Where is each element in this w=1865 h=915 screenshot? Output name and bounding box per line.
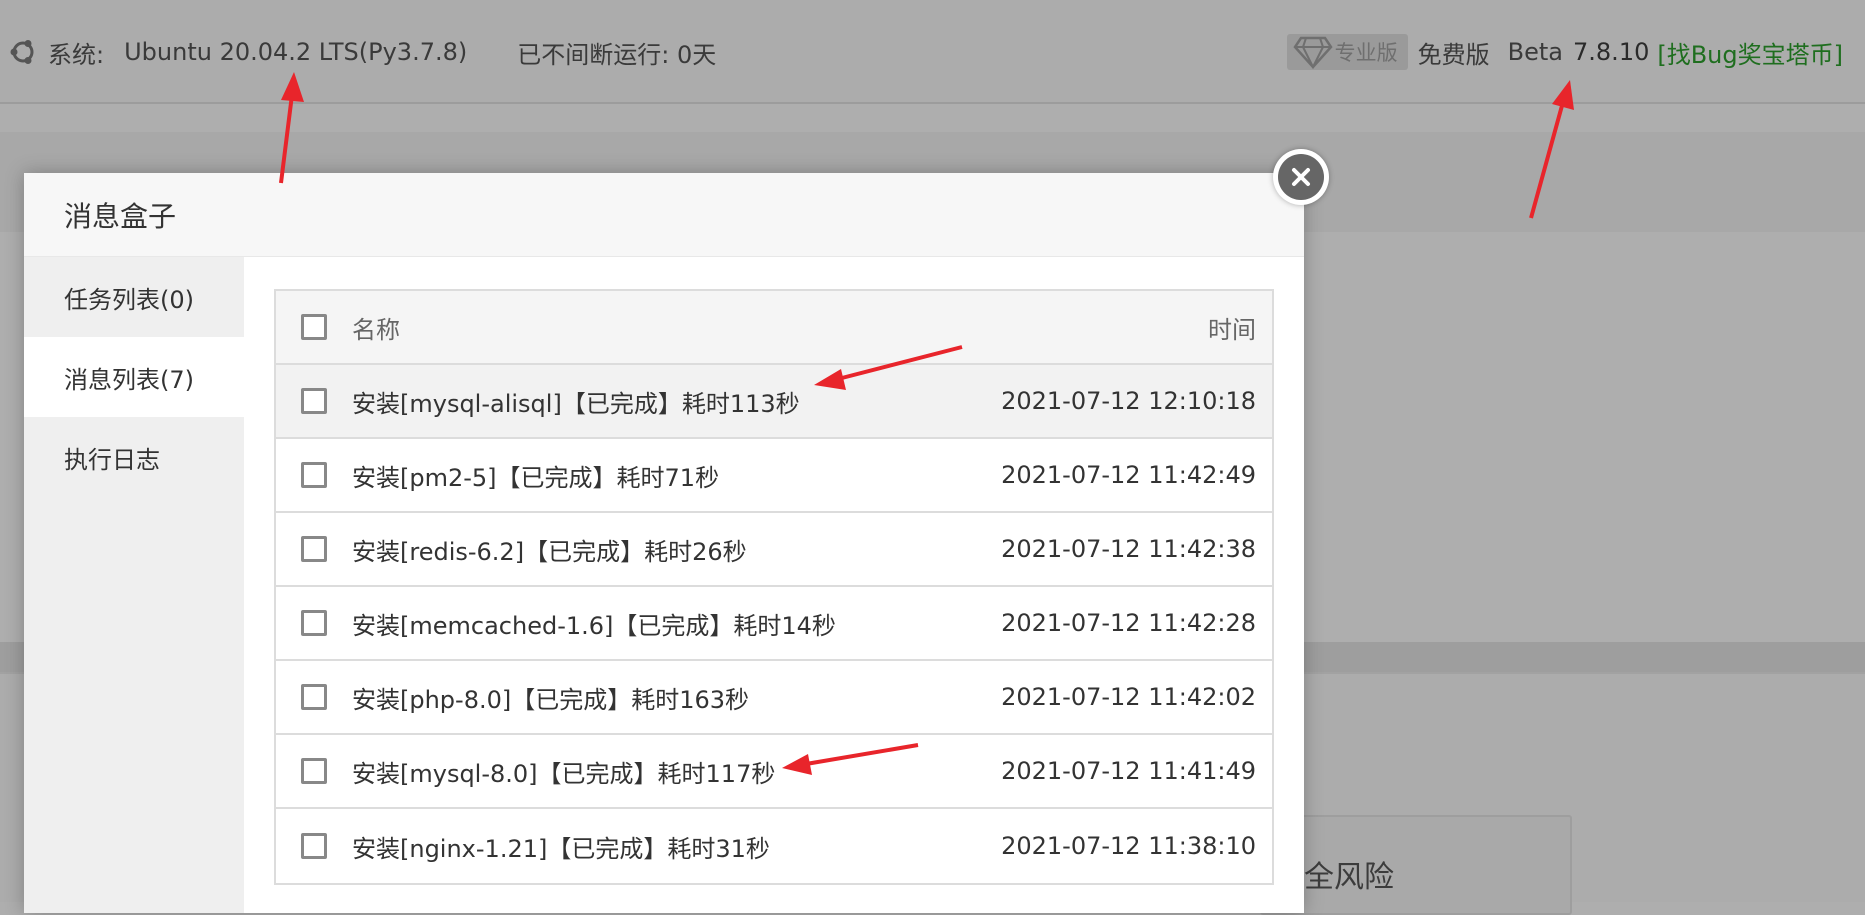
message-box-modal: 消息盒子 任务列表(0) 消息列表(7) 执行日志 名称 时间 安装[mysql… <box>24 173 1304 913</box>
modal-title: 消息盒子 <box>24 173 1304 257</box>
version-number: 7.8.10 <box>1573 38 1650 66</box>
system-os: Ubuntu 20.04.2 LTS(Py3.7.8) <box>124 38 468 66</box>
row-checkbox[interactable] <box>301 684 327 710</box>
close-button[interactable] <box>1273 149 1329 205</box>
system-info: 系统: Ubuntu 20.04.2 LTS(Py3.7.8) 已不间断运行: … <box>8 32 716 72</box>
row-name: 安装[memcached-1.6]【已完成】耗时14秒 <box>352 611 836 640</box>
message-table: 名称 时间 安装[mysql-alisql]【已完成】耗时113秒 2021-0… <box>274 289 1274 885</box>
ubuntu-icon <box>10 40 34 64</box>
row-time: 2021-07-12 11:41:49 <box>1001 757 1256 785</box>
table-row[interactable]: 安装[mysql-alisql]【已完成】耗时113秒 2021-07-12 1… <box>276 365 1272 439</box>
table-row[interactable]: 安装[redis-6.2]【已完成】耗时26秒 2021-07-12 11:42… <box>276 513 1272 587</box>
row-checkbox[interactable] <box>301 758 327 784</box>
header-name: 名称 <box>352 315 400 344</box>
row-time: 2021-07-12 11:42:38 <box>1001 535 1256 563</box>
row-name: 安装[nginx-1.21]【已完成】耗时31秒 <box>352 834 770 863</box>
row-name: 安装[pm2-5]【已完成】耗时71秒 <box>352 463 720 492</box>
select-all-checkbox[interactable] <box>301 314 327 340</box>
row-checkbox[interactable] <box>301 833 327 859</box>
tab-task-list[interactable]: 任务列表(0) <box>24 257 244 337</box>
beta-label: Beta <box>1507 38 1564 66</box>
header-time: 时间 <box>1208 315 1256 344</box>
table-header: 名称 时间 <box>276 291 1272 365</box>
row-name: 安装[redis-6.2]【已完成】耗时26秒 <box>352 537 747 566</box>
table-row[interactable]: 安装[nginx-1.21]【已完成】耗时31秒 2021-07-12 11:3… <box>276 809 1272 883</box>
free-label: 免费版 <box>1417 40 1490 69</box>
row-time: 2021-07-12 11:38:10 <box>1001 832 1256 860</box>
row-time: 2021-07-12 11:42:49 <box>1001 461 1256 489</box>
top-bar: 系统: Ubuntu 20.04.2 LTS(Py3.7.8) 已不间断运行: … <box>0 0 1865 104</box>
table-row[interactable]: 安装[mysql-8.0]【已完成】耗时117秒 2021-07-12 11:4… <box>276 735 1272 809</box>
close-icon <box>1278 154 1324 200</box>
tab-label: 执行日志 <box>64 445 160 474</box>
modal-content: 名称 时间 安装[mysql-alisql]【已完成】耗时113秒 2021-0… <box>244 257 1304 913</box>
version-info: 专业版 免费版 Beta 7.8.10 [找Bug奖宝塔币] <box>1286 32 1843 72</box>
modal-sidebar: 任务列表(0) 消息列表(7) 执行日志 <box>24 257 244 913</box>
tab-execution-log[interactable]: 执行日志 <box>24 417 244 497</box>
row-name: 安装[mysql-8.0]【已完成】耗时117秒 <box>352 759 776 788</box>
table-row[interactable]: 安装[memcached-1.6]【已完成】耗时14秒 2021-07-12 1… <box>276 587 1272 661</box>
row-checkbox[interactable] <box>301 610 327 636</box>
row-time: 2021-07-12 11:42:28 <box>1001 609 1256 637</box>
gem-icon <box>1293 36 1333 70</box>
tab-message-list[interactable]: 消息列表(7) <box>24 337 244 417</box>
tab-label: 消息列表(7) <box>64 365 194 394</box>
uptime-text: 已不间断运行: 0天 <box>517 40 717 69</box>
system-label: 系统: <box>48 40 105 69</box>
row-checkbox[interactable] <box>301 388 327 414</box>
row-checkbox[interactable] <box>301 462 327 488</box>
row-name: 安装[mysql-alisql]【已完成】耗时113秒 <box>352 389 800 418</box>
pro-badge[interactable]: 专业版 <box>1286 34 1408 70</box>
row-time: 2021-07-12 12:10:18 <box>1001 387 1256 415</box>
pro-label: 专业版 <box>1334 41 1398 65</box>
table-row[interactable]: 安装[php-8.0]【已完成】耗时163秒 2021-07-12 11:42:… <box>276 661 1272 735</box>
tab-label: 任务列表(0) <box>64 285 194 314</box>
bug-bounty-link[interactable]: [找Bug奖宝塔币] <box>1657 35 1843 70</box>
table-row[interactable]: 安装[pm2-5]【已完成】耗时71秒 2021-07-12 11:42:49 <box>276 439 1272 513</box>
row-time: 2021-07-12 11:42:02 <box>1001 683 1256 711</box>
row-name: 安装[php-8.0]【已完成】耗时163秒 <box>352 685 750 714</box>
row-checkbox[interactable] <box>301 536 327 562</box>
